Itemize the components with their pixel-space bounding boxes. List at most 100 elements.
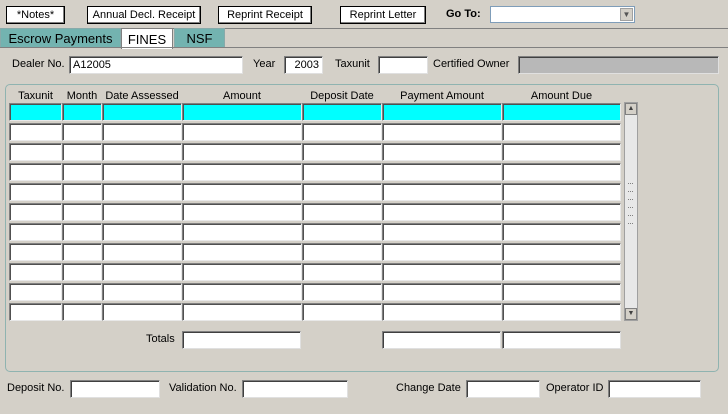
grid-cell[interactable] [382, 243, 502, 261]
grid-cell[interactable] [62, 143, 102, 161]
reprint-letter-button[interactable]: Reprint Letter [340, 6, 426, 24]
grid-cell[interactable] [102, 223, 182, 241]
grid-cell[interactable] [62, 163, 102, 181]
grid-cell[interactable] [382, 143, 502, 161]
change-date-field[interactable] [466, 380, 540, 398]
grid-cell[interactable] [182, 203, 302, 221]
grid-cell[interactable] [102, 303, 182, 321]
grid-cell[interactable] [502, 263, 621, 281]
grid-cell[interactable] [102, 263, 182, 281]
reprint-receipt-button[interactable]: Reprint Receipt [218, 6, 312, 24]
goto-select[interactable]: ▼ [490, 6, 635, 23]
grid-cell[interactable] [9, 263, 62, 281]
grid-cell[interactable] [502, 183, 621, 201]
grid-cell[interactable] [102, 103, 182, 121]
scroll-grip [628, 215, 633, 217]
goto-label: Go To: [446, 8, 481, 20]
grid-cell[interactable] [182, 303, 302, 321]
grid-cell[interactable] [102, 203, 182, 221]
grid-cell[interactable] [9, 223, 62, 241]
grid-cell[interactable] [102, 163, 182, 181]
grid-cell[interactable] [182, 263, 302, 281]
grid-cell[interactable] [182, 223, 302, 241]
grid-cell[interactable] [502, 103, 621, 121]
grid-cell[interactable] [502, 143, 621, 161]
grid-cell[interactable] [382, 283, 502, 301]
validation-no-field[interactable] [242, 380, 348, 398]
grid-cell[interactable] [382, 303, 502, 321]
dealer-no-field[interactable]: A12005 [69, 56, 243, 74]
grid-cell[interactable] [9, 103, 62, 121]
grid-cell[interactable] [302, 143, 382, 161]
grid-cell[interactable] [182, 123, 302, 141]
grid-cell[interactable] [502, 163, 621, 181]
grid-cell[interactable] [502, 303, 621, 321]
grid-cell[interactable] [182, 183, 302, 201]
grid-cell[interactable] [9, 283, 62, 301]
grid-cell[interactable] [102, 143, 182, 161]
grid-cell[interactable] [382, 183, 502, 201]
deposit-no-label: Deposit No. [7, 382, 65, 394]
operator-id-field[interactable] [608, 380, 701, 398]
grid-cell[interactable] [502, 243, 621, 261]
grid-cell[interactable] [302, 283, 382, 301]
grid-cell[interactable] [302, 203, 382, 221]
notes-button[interactable]: *Notes* [6, 6, 65, 24]
grid-cell[interactable] [302, 243, 382, 261]
grid-cell[interactable] [302, 303, 382, 321]
certified-owner-label: Certified Owner [433, 58, 510, 70]
grid-cell[interactable] [9, 143, 62, 161]
grid-cell[interactable] [62, 283, 102, 301]
grid-cell[interactable] [62, 123, 102, 141]
grid-cell[interactable] [302, 163, 382, 181]
grid-cell[interactable] [62, 243, 102, 261]
tab-escrow-payments[interactable]: Escrow Payments [0, 28, 121, 48]
annual-decl-receipt-button[interactable]: Annual Decl. Receipt [87, 6, 201, 24]
grid-cell[interactable] [382, 223, 502, 241]
grid-cell[interactable] [62, 263, 102, 281]
grid-cell[interactable] [9, 123, 62, 141]
grid-cell[interactable] [9, 303, 62, 321]
grid-cell[interactable] [182, 243, 302, 261]
grid-cell[interactable] [102, 123, 182, 141]
grid-cell[interactable] [9, 163, 62, 181]
scroll-up-icon[interactable]: ▲ [625, 103, 637, 115]
grid-cell[interactable] [102, 183, 182, 201]
grid-cell[interactable] [9, 203, 62, 221]
grid-cell[interactable] [502, 223, 621, 241]
grid-cell[interactable] [62, 203, 102, 221]
grid-cell[interactable] [302, 103, 382, 121]
grid-cell[interactable] [62, 223, 102, 241]
grid-cell[interactable] [182, 163, 302, 181]
grid-cell[interactable] [102, 243, 182, 261]
grid-cell[interactable] [302, 183, 382, 201]
tab-nsf[interactable]: NSF [174, 28, 225, 48]
grid-cell[interactable] [182, 143, 302, 161]
grid-cell[interactable] [302, 123, 382, 141]
grid-cell[interactable] [502, 283, 621, 301]
grid-cell[interactable] [382, 123, 502, 141]
grid-scrollbar[interactable]: ▲ ▼ [624, 102, 638, 321]
grid-cell[interactable] [302, 263, 382, 281]
grid-cell[interactable] [182, 283, 302, 301]
grid-cell[interactable] [9, 243, 62, 261]
grid-cell[interactable] [102, 283, 182, 301]
taxunit-field[interactable] [378, 56, 428, 74]
chevron-down-icon[interactable]: ▼ [620, 8, 633, 21]
scroll-down-icon[interactable]: ▼ [625, 308, 637, 320]
grid-cell[interactable] [62, 183, 102, 201]
grid-cell[interactable] [502, 203, 621, 221]
year-field[interactable]: 2003 [284, 56, 323, 74]
grid-cell[interactable] [62, 303, 102, 321]
deposit-no-field[interactable] [70, 380, 160, 398]
grid-cell[interactable] [302, 223, 382, 241]
grid-cell[interactable] [382, 263, 502, 281]
grid-cell[interactable] [502, 123, 621, 141]
grid-cell[interactable] [62, 103, 102, 121]
grid-cell[interactable] [9, 183, 62, 201]
grid-cell[interactable] [382, 103, 502, 121]
tab-fines[interactable]: FINES [121, 28, 173, 49]
grid-cell[interactable] [382, 203, 502, 221]
grid-cell[interactable] [382, 163, 502, 181]
grid-cell[interactable] [182, 103, 302, 121]
